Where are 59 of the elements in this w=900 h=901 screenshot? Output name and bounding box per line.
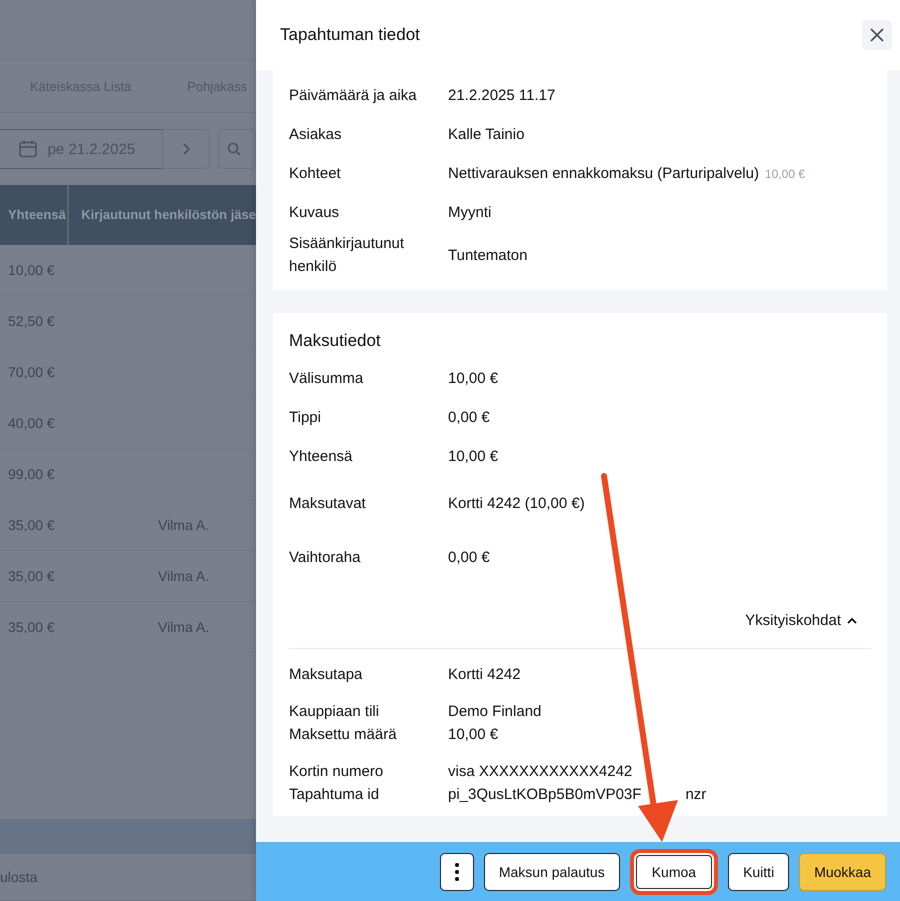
field-label: Vaihtoraha xyxy=(289,548,362,568)
field-value: visa XXXXXXXXXXXX4242 xyxy=(448,763,632,780)
field-label: Välisumma xyxy=(289,369,364,389)
field-value: Kalle Tainio xyxy=(448,126,524,143)
field-label: Kuvaus xyxy=(289,203,340,223)
close-button[interactable] xyxy=(862,20,892,50)
calendar-icon xyxy=(18,139,38,159)
table-cell-text: 35,00 € xyxy=(7,517,56,533)
details-toggle[interactable]: Yksityiskohdat xyxy=(745,600,871,640)
panel-title: Tapahtuman tiedot xyxy=(280,25,420,45)
field-value: 21.2.2025 11.17 xyxy=(448,87,556,104)
table-cell: Vilma A. xyxy=(158,568,210,584)
section-title: Maksutiedot xyxy=(289,331,382,351)
footer-text: ulosta xyxy=(0,869,38,885)
field-label: Tippi xyxy=(289,408,322,428)
field-label: Kauppiaan tili xyxy=(289,702,380,722)
field-value: Myynti xyxy=(448,204,492,221)
table-cell: Vilma A. xyxy=(158,619,210,635)
table-cell-text: 35,00 € xyxy=(7,619,56,635)
field-label: Sisäänkirjautunut henkilö xyxy=(289,234,406,277)
field-label: Maksutavat xyxy=(289,494,367,514)
close-icon xyxy=(869,27,885,43)
price-text: 10,00 € xyxy=(764,167,806,181)
more-icon xyxy=(454,862,459,880)
field-value: pi_3QusLtKOBp5B0mVP03F xyxy=(448,786,642,803)
field-value: 10,00 € xyxy=(448,726,498,743)
action-button[interactable]: Maksun palautus xyxy=(484,852,620,890)
chevron-right-icon xyxy=(182,143,190,155)
field-label: Tapahtuma id xyxy=(289,785,380,805)
field-label: Asiakas xyxy=(289,125,343,145)
field-label: Maksutapa xyxy=(289,665,364,685)
table-cell-text: 52,50 € xyxy=(7,313,56,329)
action-button[interactable]: Kuitti xyxy=(728,852,790,890)
edit-button[interactable]: Muokkaa xyxy=(799,852,886,890)
field-value: Kortti 4242 xyxy=(448,666,521,683)
field-value: Tuntematon xyxy=(448,246,528,264)
table-cell-text: 35,00 € xyxy=(7,568,56,584)
search-icon xyxy=(227,142,242,156)
field-value: 10,00 € xyxy=(448,448,498,465)
field-label: Yhteensä xyxy=(289,447,354,467)
field-label: Maksettu määrä xyxy=(289,725,398,745)
more-button[interactable] xyxy=(440,852,474,890)
field-value: Kortti 4242 (10,00 €) xyxy=(448,494,585,512)
field-label: Päivämäärä ja aika xyxy=(289,86,418,106)
field-value: 0,00 € xyxy=(448,548,490,566)
table-cell-text: 40,00 € xyxy=(7,415,56,431)
table-cell-text: 70,00 € xyxy=(7,364,56,380)
table-cell-text: 99,00 € xyxy=(7,466,56,482)
field-value: 10,00 € xyxy=(448,370,498,387)
field-value: 0,00 € xyxy=(448,409,490,426)
field-label: Kortin numero xyxy=(289,762,384,782)
field-value: nzr xyxy=(685,786,706,803)
chevron-up-icon xyxy=(847,616,857,624)
table-cell-text: 10,00 € xyxy=(7,262,56,278)
field-value: Nettivarauksen ennakkomaksu (Parturipalvelu) xyxy=(448,165,759,182)
field-label: Kohteet xyxy=(289,164,342,184)
table-cell: Vilma A. xyxy=(158,517,210,533)
field-value: Demo Finland xyxy=(448,703,542,720)
action-button[interactable]: Kumoa xyxy=(630,848,718,894)
